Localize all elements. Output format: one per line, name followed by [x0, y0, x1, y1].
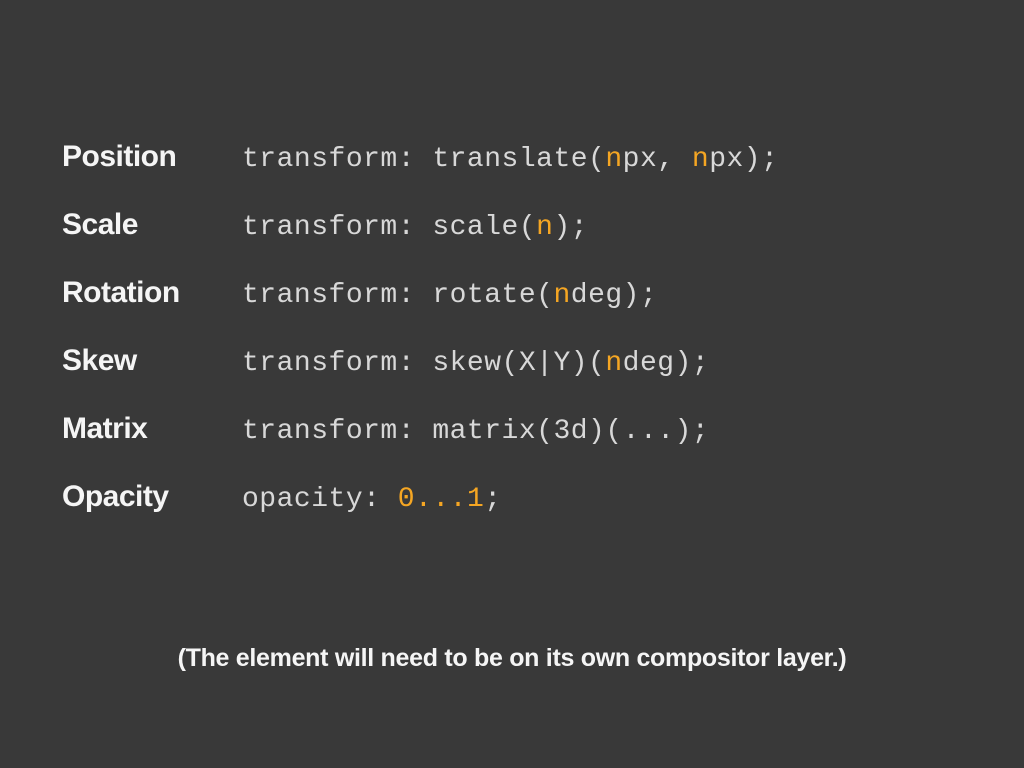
property-label: Opacity: [62, 480, 242, 514]
property-label: Position: [62, 140, 242, 174]
code-highlight: n: [605, 348, 622, 379]
property-code: opacity: 0...1;: [242, 484, 502, 515]
property-code: transform: rotate(ndeg);: [242, 280, 657, 311]
property-row: Scaletransform: scale(n);: [62, 208, 984, 243]
code-highlight: n: [553, 280, 570, 311]
code-text: opacity:: [242, 484, 398, 515]
footnote: (The element will need to be on its own …: [0, 644, 1024, 673]
property-label: Matrix: [62, 412, 242, 446]
code-highlight: n: [536, 212, 553, 243]
code-text: transform: scale(: [242, 212, 536, 243]
property-code: transform: skew(X|Y)(ndeg);: [242, 348, 709, 379]
code-highlight: 0...1: [398, 484, 485, 515]
code-text: transform: translate(: [242, 144, 605, 175]
property-row: Positiontransform: translate(npx, npx);: [62, 140, 984, 175]
property-row: Opacityopacity: 0...1;: [62, 480, 984, 515]
property-code: transform: scale(n);: [242, 212, 588, 243]
property-label: Scale: [62, 208, 242, 242]
code-text: transform: matrix(3d)(...);: [242, 416, 709, 447]
property-row: Matrixtransform: matrix(3d)(...);: [62, 412, 984, 447]
code-text: transform: rotate(: [242, 280, 553, 311]
code-highlight: n: [605, 144, 622, 175]
property-code: transform: matrix(3d)(...);: [242, 416, 709, 447]
code-text: deg);: [571, 280, 658, 311]
code-text: px);: [709, 144, 778, 175]
code-text: px,: [623, 144, 692, 175]
code-text: deg);: [623, 348, 710, 379]
property-row: Skewtransform: skew(X|Y)(ndeg);: [62, 344, 984, 379]
property-code: transform: translate(npx, npx);: [242, 144, 778, 175]
property-label: Rotation: [62, 276, 242, 310]
code-highlight: n: [692, 144, 709, 175]
code-text: );: [553, 212, 588, 243]
code-text: ;: [484, 484, 501, 515]
code-text: transform: skew(X|Y)(: [242, 348, 605, 379]
property-row: Rotationtransform: rotate(ndeg);: [62, 276, 984, 311]
property-label: Skew: [62, 344, 242, 378]
